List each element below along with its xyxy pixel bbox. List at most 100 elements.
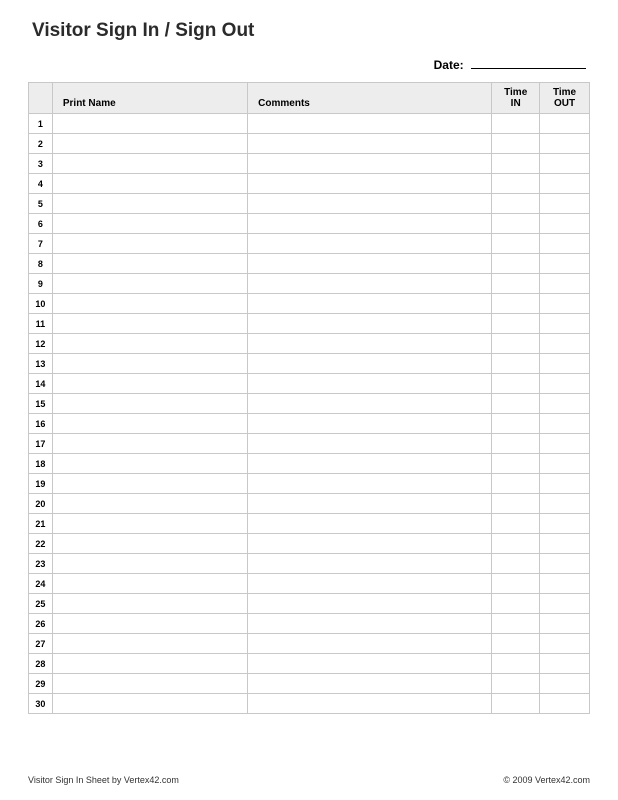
- cell: [492, 294, 540, 314]
- cell: [540, 114, 590, 134]
- cell: [492, 514, 540, 534]
- table-row: 18: [29, 454, 590, 474]
- row-number: 21: [29, 514, 53, 534]
- cell: [540, 394, 590, 414]
- cell: [248, 434, 492, 454]
- cell: [52, 634, 247, 654]
- cell: [492, 414, 540, 434]
- cell: [492, 534, 540, 554]
- cell: [52, 194, 247, 214]
- cell: [52, 114, 247, 134]
- cell: [248, 314, 492, 334]
- table-row: 14: [29, 374, 590, 394]
- cell: [248, 594, 492, 614]
- col-header-name: Print Name: [52, 83, 247, 114]
- row-number: 28: [29, 654, 53, 674]
- row-number: 19: [29, 474, 53, 494]
- cell: [52, 594, 247, 614]
- date-row: Date:: [28, 58, 590, 72]
- cell: [248, 454, 492, 474]
- cell: [248, 114, 492, 134]
- cell: [52, 154, 247, 174]
- cell: [540, 574, 590, 594]
- cell: [248, 554, 492, 574]
- table-row: 2: [29, 134, 590, 154]
- cell: [540, 494, 590, 514]
- row-number: 24: [29, 574, 53, 594]
- cell: [540, 214, 590, 234]
- footer: Visitor Sign In Sheet by Vertex42.com © …: [28, 775, 590, 785]
- cell: [52, 494, 247, 514]
- cell: [540, 414, 590, 434]
- cell: [492, 154, 540, 174]
- cell: [492, 254, 540, 274]
- cell: [540, 354, 590, 374]
- cell: [52, 694, 247, 714]
- footer-right: © 2009 Vertex42.com: [503, 775, 590, 785]
- cell: [52, 654, 247, 674]
- row-number: 8: [29, 254, 53, 274]
- cell: [52, 334, 247, 354]
- cell: [248, 274, 492, 294]
- col-header-time-out: Time OUT: [540, 83, 590, 114]
- cell: [540, 474, 590, 494]
- row-number: 10: [29, 294, 53, 314]
- table-row: 21: [29, 514, 590, 534]
- cell: [540, 194, 590, 214]
- cell: [248, 514, 492, 534]
- cell: [492, 274, 540, 294]
- cell: [248, 534, 492, 554]
- cell: [492, 114, 540, 134]
- cell: [248, 574, 492, 594]
- cell: [540, 614, 590, 634]
- table-row: 8: [29, 254, 590, 274]
- table-row: 25: [29, 594, 590, 614]
- cell: [540, 654, 590, 674]
- cell: [248, 654, 492, 674]
- cell: [52, 554, 247, 574]
- table-row: 28: [29, 654, 590, 674]
- cell: [248, 174, 492, 194]
- row-number: 18: [29, 454, 53, 474]
- table-row: 3: [29, 154, 590, 174]
- cell: [492, 354, 540, 374]
- cell: [248, 394, 492, 414]
- cell: [540, 314, 590, 334]
- cell: [540, 174, 590, 194]
- cell: [52, 134, 247, 154]
- cell: [492, 334, 540, 354]
- date-label: Date:: [434, 58, 464, 72]
- cell: [492, 674, 540, 694]
- cell: [52, 234, 247, 254]
- table-row: 10: [29, 294, 590, 314]
- cell: [540, 134, 590, 154]
- table-row: 30: [29, 694, 590, 714]
- cell: [492, 454, 540, 474]
- table-row: 1: [29, 114, 590, 134]
- cell: [540, 254, 590, 274]
- row-number: 29: [29, 674, 53, 694]
- cell: [248, 334, 492, 354]
- row-number: 23: [29, 554, 53, 574]
- cell: [540, 234, 590, 254]
- table-row: 19: [29, 474, 590, 494]
- table-body: 1234567891011121314151617181920212223242…: [29, 114, 590, 714]
- row-number: 7: [29, 234, 53, 254]
- cell: [492, 434, 540, 454]
- table-row: 24: [29, 574, 590, 594]
- row-number: 26: [29, 614, 53, 634]
- cell: [540, 694, 590, 714]
- row-number: 25: [29, 594, 53, 614]
- cell: [248, 694, 492, 714]
- cell: [248, 134, 492, 154]
- cell: [540, 454, 590, 474]
- cell: [248, 414, 492, 434]
- cell: [52, 514, 247, 534]
- row-number: 3: [29, 154, 53, 174]
- date-line: [471, 68, 586, 69]
- table-row: 20: [29, 494, 590, 514]
- cell: [52, 534, 247, 554]
- row-number: 16: [29, 414, 53, 434]
- cell: [492, 214, 540, 234]
- table-row: 22: [29, 534, 590, 554]
